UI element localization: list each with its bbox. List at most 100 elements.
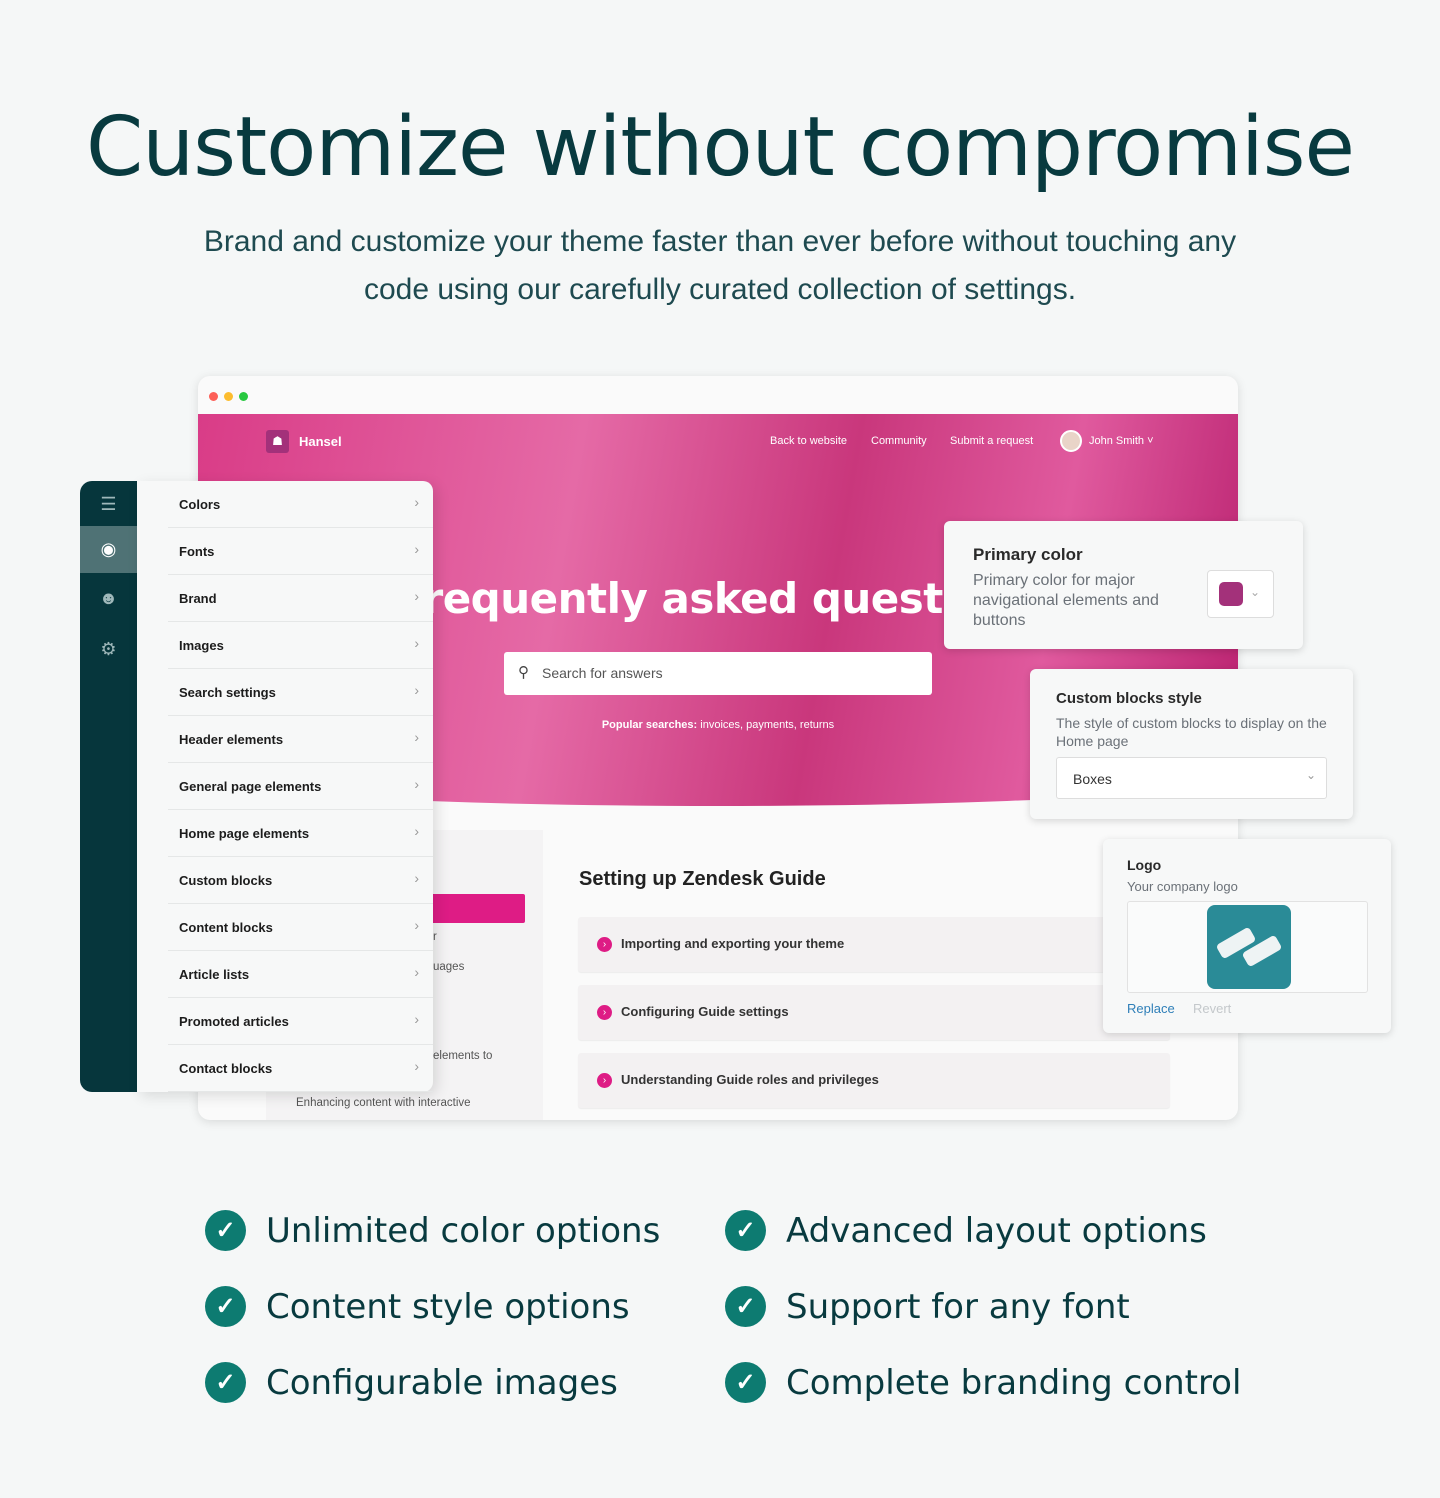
search-input[interactable]: ⚲ Search for answers <box>504 652 932 695</box>
replace-link[interactable]: Replace <box>1127 1001 1175 1016</box>
blocks-style-select[interactable]: Boxes ⌄ <box>1056 757 1327 799</box>
gear-icon[interactable]: ⚙ <box>80 626 137 673</box>
nav-submit-request[interactable]: Submit a request <box>950 435 1033 447</box>
menu-item-brand[interactable]: Brand › <box>168 575 433 622</box>
menu-item-label: Header elements <box>179 732 284 747</box>
nav-back-to-website[interactable]: Back to website <box>770 435 847 447</box>
popular-label: Popular searches: <box>601 719 698 731</box>
card-description: The style of custom blocks to display on… <box>1056 715 1327 749</box>
eye-icon[interactable]: ◉ <box>80 526 137 573</box>
menu-item-search-settings[interactable]: Search settings › <box>168 669 433 716</box>
chevron-right-icon: › <box>597 1073 612 1088</box>
maximize-dot <box>239 392 248 401</box>
menu-item-home-page-elements[interactable]: Home page elements › <box>168 810 433 857</box>
primary-color-card: Primary color Primary color for major na… <box>944 521 1303 649</box>
menu-item-label: Brand <box>179 591 217 606</box>
chevron-right-icon: › <box>414 729 419 745</box>
company-logo-icon <box>1207 905 1291 989</box>
card-description: Your company logo <box>1127 879 1238 894</box>
feature-label: Content style options <box>266 1287 630 1327</box>
chevron-right-icon: › <box>414 494 419 510</box>
feature-label: Advanced layout options <box>786 1211 1207 1251</box>
menu-item-promoted-articles[interactable]: Promoted articles › <box>168 998 433 1045</box>
article-title: Understanding Guide roles and privileges <box>621 1072 879 1087</box>
user-menu[interactable]: John Smith ˅ <box>1089 435 1154 447</box>
menu-item-label: Article lists <box>179 967 250 982</box>
menu-item-general-page-elements[interactable]: General page elements › <box>168 763 433 810</box>
menu-item-label: General page elements <box>179 779 322 794</box>
section-title: Setting up Zendesk Guide <box>579 868 826 890</box>
menu-item-label: Promoted articles <box>179 1014 289 1029</box>
menu-item-content-blocks[interactable]: Content blocks › <box>168 904 433 951</box>
menu-item-label: Fonts <box>179 544 215 559</box>
chevron-down-icon: ⌄ <box>1250 585 1261 599</box>
chevron-right-icon: › <box>414 776 419 792</box>
chevron-right-icon: › <box>597 937 612 952</box>
category-fragment: uages <box>433 961 465 973</box>
menu-item-article-lists[interactable]: Article lists › <box>168 951 433 998</box>
menu-item-custom-blocks[interactable]: Custom blocks › <box>168 857 433 904</box>
card-title: Primary color <box>973 545 1083 564</box>
check-circle-icon: ✓ <box>205 1286 246 1327</box>
chevron-right-icon: › <box>414 541 419 557</box>
chevron-right-icon: › <box>414 823 419 839</box>
chevron-right-icon: › <box>414 588 419 604</box>
menu-item-label: Content blocks <box>179 920 273 935</box>
chevron-right-icon: › <box>414 964 419 980</box>
page-subtitle: Brand and customize your theme faster th… <box>203 225 1237 306</box>
popular-links[interactable]: invoices, payments, returns <box>700 719 834 731</box>
revert-link[interactable]: Revert <box>1193 1001 1231 1016</box>
chevron-right-icon: › <box>414 1058 419 1074</box>
settings-menu: Colors › Fonts › Brand › Images › Search setting… <box>137 481 433 1092</box>
check-circle-icon: ✓ <box>205 1210 246 1251</box>
brand-logo-icon: ☗ <box>266 430 289 453</box>
menu-item-fonts[interactable]: Fonts › <box>168 528 433 575</box>
menu-icon[interactable]: ☰ <box>80 481 137 528</box>
color-swatch <box>1219 582 1243 606</box>
card-title: Custom blocks style <box>1056 690 1202 707</box>
menu-item-colors[interactable]: Colors › <box>168 481 433 528</box>
menu-item-label: Search settings <box>179 685 276 700</box>
chevron-right-icon: › <box>414 635 419 651</box>
card-description: Primary color for major navigational ele… <box>973 572 1159 629</box>
brand-name[interactable]: Hansel <box>299 434 342 449</box>
category-fragment: elements to <box>433 1050 493 1062</box>
chevron-right-icon: › <box>414 870 419 886</box>
article-item[interactable]: › Configuring Guide settings <box>578 985 1170 1040</box>
check-circle-icon: ✓ <box>725 1210 766 1251</box>
logo-preview[interactable] <box>1127 901 1368 993</box>
settings-sidebar: ☰ ◉ ☻ ⚙ <box>80 481 137 1092</box>
feature-label: Unlimited color options <box>266 1211 661 1251</box>
chevron-right-icon: › <box>414 917 419 933</box>
search-placeholder: Search for answers <box>542 665 663 681</box>
category-fragment: r <box>433 931 437 943</box>
article-title: Configuring Guide settings <box>621 1004 789 1019</box>
check-circle-icon: ✓ <box>725 1362 766 1403</box>
nav-community[interactable]: Community <box>871 435 927 447</box>
menu-item-label: Home page elements <box>179 826 310 841</box>
menu-item-images[interactable]: Images › <box>168 622 433 669</box>
menu-item-label: Contact blocks <box>179 1061 273 1076</box>
chevron-down-icon: ˅ <box>1147 435 1154 447</box>
category-fragment[interactable]: Enhancing content with interactive <box>296 1097 471 1109</box>
feature-label: Configurable images <box>266 1363 618 1403</box>
menu-item-label: Custom blocks <box>179 873 273 888</box>
custom-blocks-card: Custom blocks style The style of custom … <box>1030 669 1353 819</box>
chevron-right-icon: › <box>597 1005 612 1020</box>
avatar[interactable] <box>1060 430 1082 452</box>
article-title: Importing and exporting your theme <box>621 936 845 951</box>
menu-item-contact-blocks[interactable]: Contact blocks › <box>168 1045 433 1092</box>
chevron-down-icon: ⌄ <box>1305 768 1316 782</box>
article-item[interactable]: › Understanding Guide roles and privilege… <box>578 1053 1170 1108</box>
chevron-right-icon: › <box>414 682 419 698</box>
menu-item-header-elements[interactable]: Header elements › <box>168 716 433 763</box>
menu-item-label: Images <box>179 638 224 653</box>
chevron-right-icon: › <box>414 1011 419 1027</box>
color-picker[interactable]: ⌄ <box>1207 570 1274 618</box>
user-name: John Smith <box>1089 435 1145 447</box>
page-title: Customize without compromise <box>86 100 1355 195</box>
article-item[interactable]: › Importing and exporting your theme <box>578 917 1170 972</box>
check-circle-icon: ✓ <box>205 1362 246 1403</box>
user-lock-icon[interactable]: ☻ <box>80 575 137 622</box>
feature-label: Support for any font <box>786 1287 1130 1327</box>
